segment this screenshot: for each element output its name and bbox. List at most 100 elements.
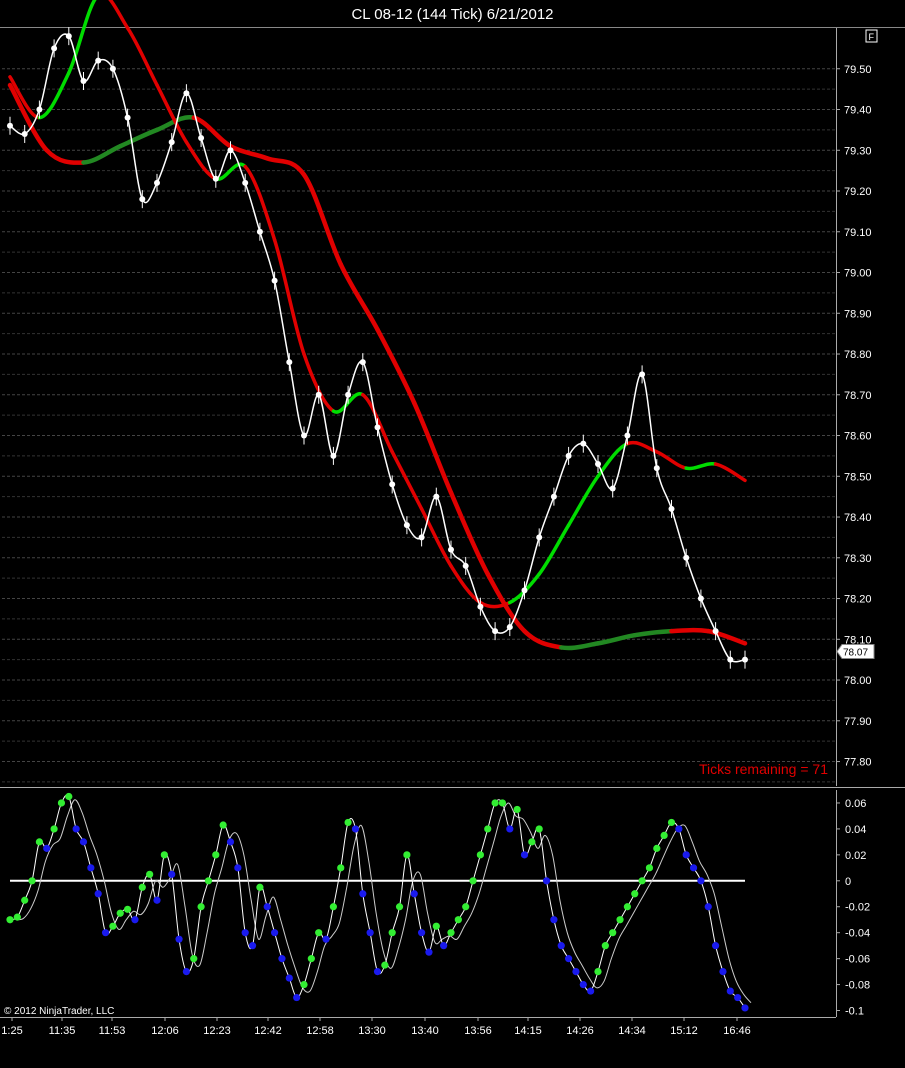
ma-slow-segment xyxy=(669,627,711,634)
ma-fast-segment xyxy=(125,26,159,87)
osc-point xyxy=(601,942,609,950)
price-point xyxy=(624,432,631,439)
price-point xyxy=(301,432,307,439)
osc-point xyxy=(373,968,382,976)
price-point xyxy=(595,461,601,468)
chart-title: CL 08-12 (144 Tick) 6/21/2012 xyxy=(351,6,553,23)
price-point xyxy=(565,452,572,459)
ma-slow-segment xyxy=(44,148,86,165)
osc-point xyxy=(307,955,315,963)
flag-label: F xyxy=(869,32,875,42)
osc-point xyxy=(168,870,176,878)
osc-point xyxy=(366,929,374,937)
osc-point xyxy=(594,968,602,976)
ma-slow-segment xyxy=(559,641,601,651)
osc-point xyxy=(579,980,587,989)
osc-point xyxy=(454,916,462,924)
price-point xyxy=(7,122,13,129)
ma-slow-segment xyxy=(265,156,307,177)
price-tick-label: 78.20 xyxy=(844,594,872,606)
osc-point xyxy=(469,877,477,885)
price-tick-label: 78.90 xyxy=(844,308,872,320)
time-axis-label: 13:56 xyxy=(464,1025,492,1037)
osc-point xyxy=(182,968,190,976)
osc-point xyxy=(94,890,102,898)
price-point xyxy=(359,359,366,366)
last-price-label: 78.07 xyxy=(843,648,868,659)
price-point xyxy=(330,452,337,459)
price-point xyxy=(609,485,616,492)
osc-point xyxy=(13,913,21,921)
price-tick-label: 79.50 xyxy=(844,64,872,76)
ma-slow-segment xyxy=(81,143,123,165)
price-point xyxy=(492,628,499,635)
osc-point xyxy=(667,818,676,827)
price-point xyxy=(286,359,293,366)
ma-fast-segment xyxy=(537,523,571,576)
osc-point xyxy=(197,903,205,911)
osc-point xyxy=(153,896,161,904)
osc-point xyxy=(741,1004,749,1012)
osc-point xyxy=(506,825,514,833)
price-point xyxy=(506,624,513,631)
price-point xyxy=(712,628,719,635)
osc-point xyxy=(293,993,301,1002)
price-point xyxy=(683,554,690,561)
price-point xyxy=(477,603,484,610)
osc-point xyxy=(447,929,455,937)
price-tick-label: 78.30 xyxy=(844,553,872,565)
osc-point xyxy=(542,877,551,885)
osc-point xyxy=(124,905,132,913)
ma-fast-segment xyxy=(566,474,600,527)
time-axis-label: 14:15 xyxy=(514,1025,542,1037)
price-point xyxy=(271,277,278,284)
chart-window: CL 08-12 (144 Tick) 6/21/2012 79.50 79.40… xyxy=(0,0,905,1063)
osc-point xyxy=(712,942,720,950)
osc-tick-label: 0.04 xyxy=(845,824,866,836)
osc-point xyxy=(300,980,308,989)
osc-point xyxy=(726,987,734,995)
osc-point xyxy=(248,942,257,950)
osc-point xyxy=(410,890,418,898)
osc-point xyxy=(623,903,632,911)
price-tick-label: 77.90 xyxy=(844,716,872,728)
price-point xyxy=(727,656,734,663)
osc-point xyxy=(557,942,565,950)
osc-point xyxy=(219,821,227,829)
osc-signal-line xyxy=(15,799,752,1004)
osc-point xyxy=(101,929,110,937)
osc-point xyxy=(520,851,529,859)
osc-point xyxy=(160,851,168,859)
price-point xyxy=(139,196,146,203)
osc-point xyxy=(476,851,484,859)
osc-point xyxy=(212,851,220,859)
osc-point xyxy=(322,935,330,943)
price-point xyxy=(154,179,160,186)
osc-point xyxy=(609,929,617,937)
osc-point xyxy=(315,929,323,937)
price-point xyxy=(433,493,440,500)
price-point xyxy=(697,595,704,602)
osc-point xyxy=(565,955,573,963)
price-point xyxy=(109,65,116,72)
time-axis-label: 1:25 xyxy=(1,1025,22,1037)
osc-tick-label: -0.08 xyxy=(845,980,870,992)
osc-point xyxy=(462,903,470,911)
price-tick-label: 78.80 xyxy=(844,349,872,361)
price-point xyxy=(183,90,190,97)
osc-point xyxy=(528,838,536,846)
osc-point xyxy=(388,929,396,937)
osc-point xyxy=(50,825,58,833)
osc-point xyxy=(418,929,426,937)
osc-point xyxy=(498,799,507,807)
price-tick-label: 78.00 xyxy=(844,675,872,687)
price-tick-label: 79.30 xyxy=(844,145,872,157)
price-point xyxy=(550,493,557,500)
price-tick-label: 79.20 xyxy=(844,186,872,198)
osc-tick-label: -0.1 xyxy=(845,1006,864,1018)
price-point xyxy=(51,45,58,52)
ma-fast-segment xyxy=(684,461,718,471)
osc-point xyxy=(329,903,337,911)
ma-slow-segment xyxy=(448,490,490,577)
osc-point xyxy=(491,799,499,807)
